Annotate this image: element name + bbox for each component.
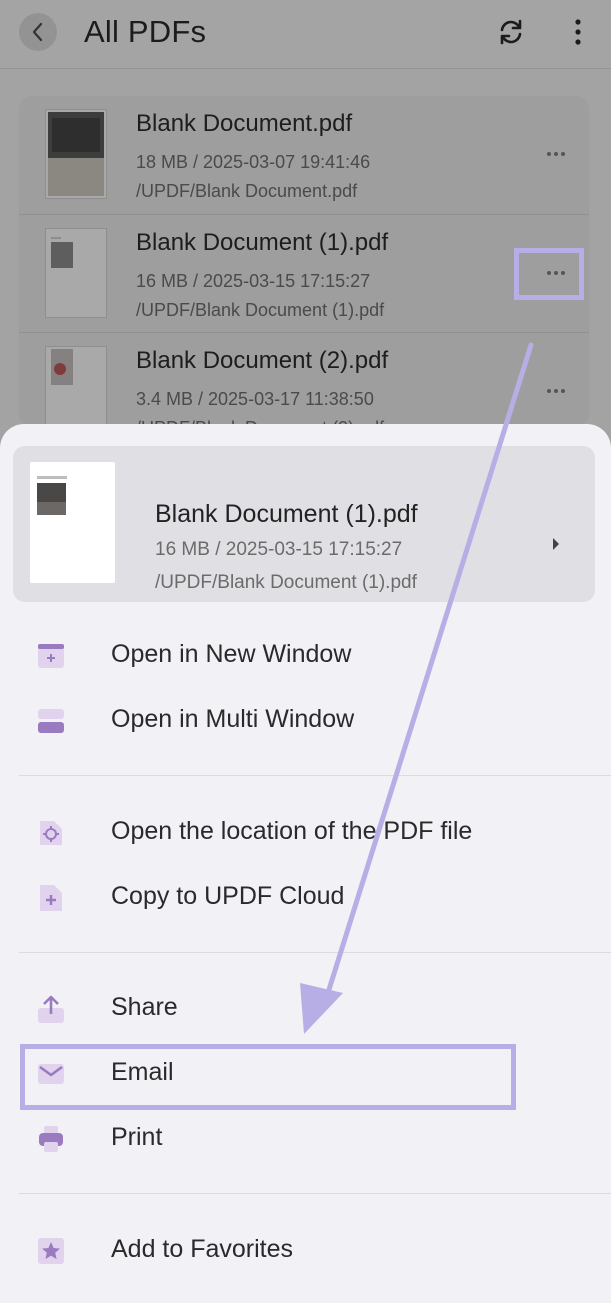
kebab-icon <box>575 19 581 45</box>
ellipsis-icon <box>547 389 565 393</box>
chevron-left-icon <box>32 22 43 42</box>
file-thumbnail <box>30 462 115 583</box>
file-name: Blank Document (1).pdf <box>155 500 418 528</box>
page-thumbnail <box>37 476 67 515</box>
sync-icon <box>500 19 522 45</box>
row-more-button[interactable] <box>541 263 571 283</box>
file-path: /UPDF/Blank Document (1).pdf <box>136 300 385 320</box>
menu-label: Print <box>111 1123 163 1151</box>
file-row[interactable]: Blank Document (2).pdf 3.4 MB / 2025-03-… <box>19 332 589 426</box>
chevron-right-icon <box>549 536 563 552</box>
menu-open-new-window[interactable]: Open in New Window <box>0 626 611 684</box>
file-info-card[interactable]: Blank Document (1).pdf 16 MB / 2025-03-1… <box>13 446 595 602</box>
menu-open-multi-window[interactable]: Open in Multi Window <box>0 691 611 749</box>
share-icon <box>36 994 66 1024</box>
file-row[interactable]: Blank Document (1).pdf 16 MB / 2025-03-1… <box>19 214 589 333</box>
menu-label: Open in New Window <box>111 640 352 668</box>
menu-label: Add to Favorites <box>111 1235 294 1263</box>
row-more-button[interactable] <box>541 381 571 401</box>
ellipsis-icon <box>547 271 565 275</box>
laptop-photo-thumbnail <box>48 112 104 196</box>
menu-add-to-favorites[interactable]: Add to Favorites <box>0 1221 611 1279</box>
menu-copy-to-cloud[interactable]: Copy to UPDF Cloud <box>0 868 611 926</box>
cloud-copy-icon <box>36 883 66 913</box>
menu-share[interactable]: Share <box>0 979 611 1037</box>
menu-label: Copy to UPDF Cloud <box>111 882 345 910</box>
file-meta: 18 MB / 2025-03-07 19:41:46 <box>136 152 371 172</box>
file-path: /UPDF/Blank Document.pdf <box>136 181 358 201</box>
back-button[interactable] <box>19 13 57 51</box>
multi-window-icon <box>36 706 66 736</box>
refresh-button[interactable] <box>494 15 528 49</box>
locate-icon <box>36 818 66 848</box>
menu-print[interactable]: Print <box>0 1109 611 1167</box>
file-thumbnail <box>45 346 107 426</box>
divider <box>19 775 611 776</box>
menu-label: Open in Multi Window <box>111 705 355 733</box>
mail-icon <box>36 1059 66 1089</box>
app-bar: All PDFs <box>0 0 611 69</box>
page-thumbnail <box>51 349 73 385</box>
divider <box>19 952 611 953</box>
menu-label: Share <box>111 993 178 1021</box>
file-thumbnail <box>45 109 107 199</box>
more-options-button[interactable] <box>566 15 590 49</box>
file-name: Blank Document (2).pdf <box>136 347 389 374</box>
menu-label: Email <box>111 1058 174 1086</box>
file-meta: 16 MB / 2025-03-15 17:15:27 <box>136 271 371 291</box>
file-path: /UPDF/Blank Document (1).pdf <box>155 572 417 593</box>
file-thumbnail <box>45 228 107 318</box>
file-name: Blank Document (1).pdf <box>136 229 389 256</box>
star-icon <box>36 1236 66 1266</box>
file-actions-sheet: Blank Document (1).pdf 16 MB / 2025-03-1… <box>0 424 611 1303</box>
row-more-button[interactable] <box>541 144 571 164</box>
file-meta: 16 MB / 2025-03-15 17:15:27 <box>155 539 403 560</box>
page-title: All PDFs <box>84 14 207 49</box>
menu-open-file-location[interactable]: Open the location of the PDF file <box>0 803 611 861</box>
new-window-icon <box>36 641 66 671</box>
divider <box>19 1193 611 1194</box>
file-list: Blank Document.pdf 18 MB / 2025-03-07 19… <box>19 96 589 426</box>
print-icon <box>36 1124 66 1154</box>
menu-label: Open the location of the PDF file <box>111 817 473 845</box>
file-meta: 3.4 MB / 2025-03-17 11:38:50 <box>136 389 374 409</box>
ellipsis-icon <box>547 152 565 156</box>
page-thumbnail <box>51 237 73 268</box>
menu-email[interactable]: Email <box>0 1044 611 1102</box>
file-row[interactable]: Blank Document.pdf 18 MB / 2025-03-07 19… <box>19 96 589 214</box>
file-name: Blank Document.pdf <box>136 110 353 137</box>
